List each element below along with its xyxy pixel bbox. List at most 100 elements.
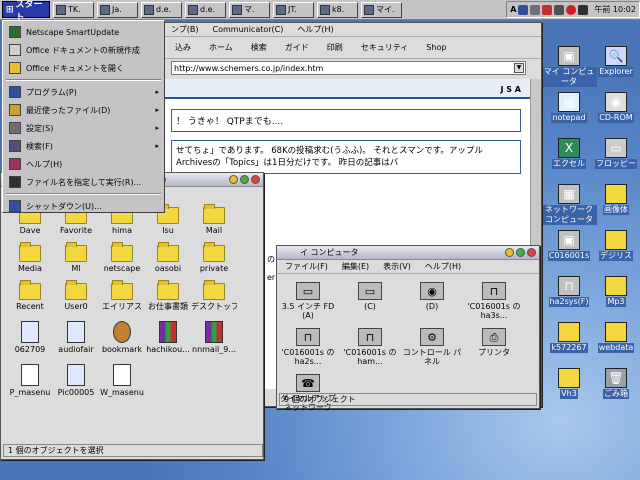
window-icon bbox=[276, 4, 286, 15]
folder-item[interactable]: Media bbox=[7, 242, 53, 273]
browser-toolbar-button[interactable]: Shop bbox=[426, 43, 446, 52]
desktop-icon[interactable]: webdata bbox=[588, 322, 640, 353]
windows-logo-icon: ⊞ bbox=[6, 4, 14, 15]
tray-app-icon[interactable] bbox=[578, 4, 589, 15]
folder-item[interactable]: oasobi bbox=[145, 242, 191, 273]
taskbar: ⊞ スタート TK. Ja. d.e. d.e. マ. JT. k8. マイ. A 午前 10:… bbox=[0, 0, 640, 23]
folder-item[interactable]: 062709 bbox=[7, 321, 53, 354]
folder-item[interactable]: audiofair bbox=[53, 321, 99, 354]
folder-item[interactable]: Ml bbox=[53, 242, 99, 273]
folder-item[interactable]: Mail bbox=[191, 204, 237, 235]
browser-toolbar-button[interactable]: ホーム bbox=[209, 42, 233, 53]
drive-item[interactable]: ⊓ 'C016001s の ha3s... bbox=[463, 282, 525, 320]
browser-toolbar-button[interactable]: 込み bbox=[175, 42, 191, 53]
browser-menu-item[interactable]: ンプ(B) bbox=[171, 24, 199, 35]
taskbar-button[interactable]: マ. bbox=[229, 1, 270, 18]
desktop-icon[interactable]: 🗑 ごみ箱 bbox=[588, 368, 640, 399]
folder-icon bbox=[111, 242, 133, 262]
folder-item[interactable]: W_masenu bbox=[99, 364, 145, 397]
browser-toolbar-button[interactable]: 検索 bbox=[251, 42, 267, 53]
drive-item[interactable]: ⚙ コントロール パネル bbox=[401, 328, 463, 366]
desktop-icon[interactable]: 画像体 bbox=[588, 184, 640, 215]
browser-toolbar-button[interactable]: 印刷 bbox=[327, 42, 343, 53]
address-input[interactable]: http://www.schemers.co.jp/index.htm ▼ bbox=[171, 61, 526, 75]
window-icon bbox=[232, 4, 242, 15]
taskbar-button[interactable]: TK. bbox=[53, 1, 94, 18]
clock[interactable]: 午前 10:02 bbox=[594, 4, 636, 15]
drive-item[interactable]: ⊓ 'C016001s の ha2s... bbox=[277, 328, 339, 366]
folder-window: (H) DaveFavoritehimaIsuMailMediaMlnetsca… bbox=[0, 172, 264, 460]
mycomputer-menu-item[interactable]: 表示(V) bbox=[383, 261, 411, 272]
start-menu-item[interactable]: Office ドキュメントの新規作成 bbox=[3, 41, 164, 59]
mycomputer-menu-item[interactable]: 編集(E) bbox=[342, 261, 369, 272]
new-document-icon bbox=[9, 44, 21, 56]
start-menu-item[interactable]: Netscape SmartUpdate bbox=[3, 23, 164, 41]
desktop-icon[interactable]: デジリス bbox=[588, 230, 640, 261]
minimize-button[interactable] bbox=[505, 248, 514, 257]
desktop-icon[interactable]: 🔍 Explorer bbox=[588, 46, 640, 77]
browser-toolbar-button[interactable]: ガイド bbox=[285, 42, 309, 53]
folder-item[interactable]: User0 bbox=[53, 280, 99, 311]
folder-item[interactable]: エイリアス bbox=[99, 280, 145, 311]
desktop-icon[interactable]: Mp3 bbox=[588, 276, 640, 307]
start-menu-item[interactable]: プログラム(P) ▸ bbox=[3, 83, 164, 101]
maximize-button[interactable] bbox=[240, 175, 249, 184]
folder-content: Dave Favorite hima Isu Mail Media Ml netscape oa… bbox=[7, 204, 237, 397]
folder-item[interactable]: Pic00005 bbox=[53, 364, 99, 397]
drive-item[interactable]: ◉ (D) bbox=[401, 282, 463, 320]
taskbar-button[interactable]: マイ. bbox=[361, 1, 402, 18]
network-icon[interactable] bbox=[518, 4, 529, 15]
start-menu-item[interactable]: シャットダウン(U)... bbox=[3, 197, 164, 215]
volume-icon[interactable] bbox=[530, 4, 541, 15]
drive-item[interactable]: ▭ (C) bbox=[339, 282, 401, 320]
folder-item[interactable]: netscape bbox=[99, 242, 145, 273]
heart-icon[interactable] bbox=[566, 4, 577, 15]
close-button[interactable] bbox=[527, 248, 536, 257]
folder-item[interactable]: private bbox=[191, 242, 237, 273]
start-menu-item[interactable]: 検索(F) ▸ bbox=[3, 137, 164, 155]
folder-item[interactable]: お仕事書類 bbox=[145, 280, 191, 311]
ime-indicator[interactable]: A bbox=[510, 5, 516, 14]
desktop-item-icon bbox=[605, 322, 627, 342]
browser-menu-item[interactable]: Communicator(C) bbox=[213, 25, 284, 34]
folder-item[interactable]: Recent bbox=[7, 280, 53, 311]
folder-item[interactable]: デスクトップピクチャ bbox=[191, 280, 237, 311]
drive-icon: ▭ bbox=[296, 282, 320, 300]
desktop-item-icon bbox=[605, 230, 627, 250]
close-button[interactable] bbox=[251, 175, 260, 184]
mycomputer-menu-item[interactable]: ファイル(F) bbox=[285, 261, 328, 272]
desktop-icon[interactable]: ◉ CD-ROM bbox=[588, 92, 640, 123]
folder-item[interactable]: P_masenu bbox=[7, 364, 53, 397]
drive-item[interactable]: ▭ 3.5 インチ FD (A) bbox=[277, 282, 339, 320]
drive-item[interactable]: ⎙ プリンタ bbox=[463, 328, 525, 366]
mycomputer-titlebar[interactable]: イ コンピュータ bbox=[277, 246, 539, 260]
taskbar-button[interactable]: d.e. bbox=[185, 1, 226, 18]
start-button[interactable]: ⊞ スタート bbox=[2, 0, 50, 23]
desktop-item-icon: 🔍 bbox=[605, 46, 627, 66]
start-menu-item[interactable]: 最近使ったファイル(D) ▸ bbox=[3, 101, 164, 119]
browser-toolbar-button[interactable]: セキュリティ bbox=[361, 42, 409, 53]
desktop-icon[interactable]: ▭ フロッピー bbox=[588, 138, 640, 169]
shutdown-icon bbox=[9, 200, 21, 212]
minimize-button[interactable] bbox=[229, 175, 238, 184]
drive-item[interactable]: ⊓ 'C016001s の ham... bbox=[339, 328, 401, 366]
start-menu-item[interactable]: ヘルプ(H) bbox=[3, 155, 164, 173]
browser-menu-item[interactable]: ヘルプ(H) bbox=[297, 24, 333, 35]
maximize-button[interactable] bbox=[516, 248, 525, 257]
folder-item[interactable]: bookmark bbox=[99, 321, 145, 354]
recent-files-icon bbox=[9, 104, 21, 116]
taskbar-button[interactable]: JT. bbox=[273, 1, 314, 18]
start-menu-item[interactable]: 設定(S) ▸ bbox=[3, 119, 164, 137]
antenna-icon[interactable] bbox=[542, 4, 553, 15]
start-menu-item[interactable]: ファイル名を指定して実行(R)... bbox=[3, 173, 164, 191]
start-menu-item[interactable]: Office ドキュメントを開く bbox=[3, 59, 164, 77]
taskbar-button[interactable]: Ja. bbox=[97, 1, 138, 18]
mycomputer-menu-item[interactable]: ヘルプ(H) bbox=[425, 261, 461, 272]
desktop-item-icon: ▤ bbox=[558, 92, 580, 112]
folder-item[interactable]: nnmail_9... bbox=[191, 321, 237, 354]
pen-icon[interactable] bbox=[554, 4, 565, 15]
chevron-down-icon[interactable]: ▼ bbox=[514, 63, 524, 73]
taskbar-button[interactable]: d.e. bbox=[141, 1, 182, 18]
taskbar-button[interactable]: k8. bbox=[317, 1, 358, 18]
folder-item[interactable]: hachikou... bbox=[145, 321, 191, 354]
